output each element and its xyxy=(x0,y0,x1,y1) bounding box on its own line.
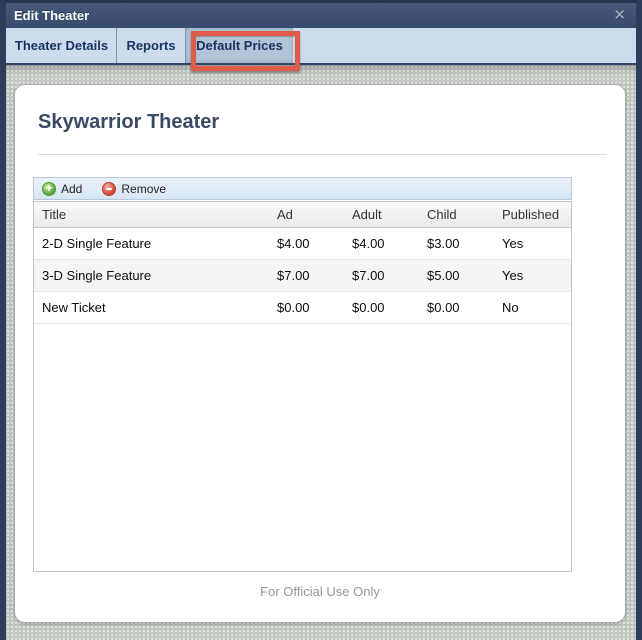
cell-child: $0.00 xyxy=(419,292,494,324)
column-header-adult: Adult xyxy=(344,202,419,228)
prices-table-container: Title Ad Adult Child Published 2-D Singl… xyxy=(33,201,572,572)
titlebar: Edit Theater ✕ xyxy=(6,3,636,28)
cell-published: No xyxy=(494,292,571,324)
column-header-ad: Ad xyxy=(269,202,344,228)
grid-toolbar: Add Remove xyxy=(33,177,572,200)
page-title: Skywarrior Theater xyxy=(38,111,607,134)
cell-adult: $4.00 xyxy=(344,228,419,260)
add-button[interactable]: Add xyxy=(42,182,82,196)
cell-title: 2-D Single Feature xyxy=(34,228,269,260)
cell-title: New Ticket xyxy=(34,292,269,324)
cell-child: $3.00 xyxy=(419,228,494,260)
table-header-row: Title Ad Adult Child Published xyxy=(34,202,571,228)
table-row[interactable]: 3-D Single Feature $7.00 $7.00 $5.00 Yes xyxy=(34,260,571,292)
column-header-published: Published xyxy=(494,202,571,228)
add-button-label: Add xyxy=(61,182,82,196)
cell-ad: $7.00 xyxy=(269,260,344,292)
prices-table: Title Ad Adult Child Published 2-D Singl… xyxy=(34,202,571,324)
tab-theater-details[interactable]: Theater Details xyxy=(7,28,117,63)
close-icon[interactable]: ✕ xyxy=(613,3,626,28)
footer-note: For Official Use Only xyxy=(33,584,607,599)
table-row[interactable]: 2-D Single Feature $4.00 $4.00 $3.00 Yes xyxy=(34,228,571,260)
window-title: Edit Theater xyxy=(14,8,89,23)
tab-reports[interactable]: Reports xyxy=(117,28,186,63)
remove-minus-icon xyxy=(102,182,116,196)
tab-bar: Theater Details Reports Default Prices xyxy=(6,28,636,65)
cell-ad: $4.00 xyxy=(269,228,344,260)
default-prices-panel: Skywarrior Theater Add Remove xyxy=(15,85,625,622)
cell-title: 3-D Single Feature xyxy=(34,260,269,292)
cell-child: $5.00 xyxy=(419,260,494,292)
cell-adult: $7.00 xyxy=(344,260,419,292)
cell-published: Yes xyxy=(494,228,571,260)
remove-button-label: Remove xyxy=(121,182,166,196)
edit-theater-modal: Edit Theater ✕ Theater Details Reports D… xyxy=(0,0,642,640)
cell-ad: $0.00 xyxy=(269,292,344,324)
cell-adult: $0.00 xyxy=(344,292,419,324)
column-header-child: Child xyxy=(419,202,494,228)
remove-button[interactable]: Remove xyxy=(102,182,166,196)
heading-divider xyxy=(38,154,607,155)
table-row[interactable]: New Ticket $0.00 $0.00 $0.00 No xyxy=(34,292,571,324)
modal-content-area: Skywarrior Theater Add Remove xyxy=(6,65,636,640)
cell-published: Yes xyxy=(494,260,571,292)
column-header-title: Title xyxy=(34,202,269,228)
tab-default-prices[interactable]: Default Prices xyxy=(186,28,293,63)
add-plus-icon xyxy=(42,182,56,196)
